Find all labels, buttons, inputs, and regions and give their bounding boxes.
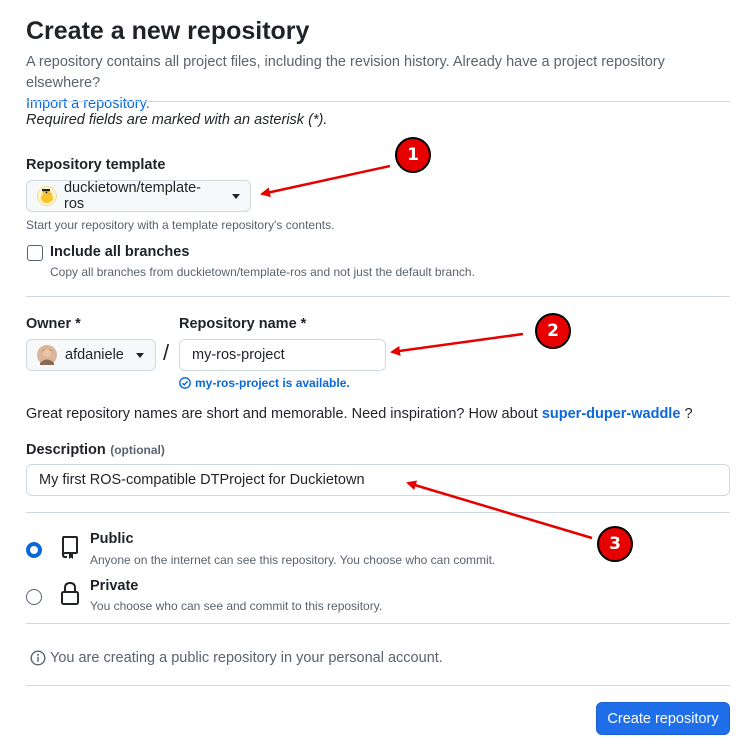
repo-name-input[interactable]: my-ros-project bbox=[179, 339, 386, 371]
repo-icon bbox=[62, 536, 78, 559]
lock-icon bbox=[61, 581, 79, 605]
public-label: Public bbox=[90, 531, 134, 547]
divider bbox=[26, 512, 730, 513]
chevron-down-icon bbox=[232, 193, 240, 199]
repo-name-value: my-ros-project bbox=[192, 347, 285, 363]
import-repository-link[interactable]: Import a repository. bbox=[26, 96, 150, 112]
intro-text: A repository contains all project files,… bbox=[26, 54, 665, 91]
template-value: duckietown/template-ros bbox=[63, 180, 201, 212]
template-select[interactable]: duckietown/template-ros bbox=[26, 180, 251, 212]
create-repository-button[interactable]: Create repository bbox=[596, 702, 730, 735]
availability-text: my-ros-project is available. bbox=[195, 376, 350, 390]
page-title: Create a new repository bbox=[26, 17, 310, 45]
required-fields-note: Required fields are marked with an aster… bbox=[26, 112, 328, 128]
annotation-badge-1: 1 bbox=[395, 137, 431, 173]
duckietown-avatar-icon bbox=[37, 186, 57, 206]
annotation-badge-2: 2 bbox=[535, 313, 571, 349]
info-icon bbox=[30, 650, 46, 666]
description-label-row: Description (optional) bbox=[26, 441, 165, 459]
template-label: Repository template bbox=[26, 157, 166, 173]
public-hint: Anyone on the internet can see this repo… bbox=[90, 553, 496, 567]
chevron-down-icon bbox=[135, 352, 144, 358]
description-value: My first ROS-compatible DTProject for Du… bbox=[39, 472, 365, 488]
owner-name-separator: / bbox=[163, 340, 170, 365]
owner-select[interactable]: afdaniele bbox=[26, 339, 156, 371]
include-branches-checkbox[interactable] bbox=[27, 245, 43, 261]
divider bbox=[26, 685, 730, 686]
include-branches-hint: Copy all branches from duckietown/templa… bbox=[50, 265, 475, 279]
user-avatar-icon bbox=[37, 345, 57, 365]
description-label: Description bbox=[26, 442, 106, 458]
description-input[interactable]: My first ROS-compatible DTProject for Du… bbox=[26, 464, 730, 496]
description-optional: (optional) bbox=[110, 443, 165, 457]
page-intro: A repository contains all project files,… bbox=[26, 52, 731, 115]
private-label: Private bbox=[90, 578, 139, 594]
suggested-name-link[interactable]: super-duper-waddle bbox=[542, 406, 681, 422]
inspiration-text: Great repository names are short and mem… bbox=[26, 406, 538, 422]
include-branches-label: Include all branches bbox=[50, 244, 190, 260]
info-note: You are creating a public repository in … bbox=[30, 650, 443, 666]
divider bbox=[26, 296, 730, 297]
divider bbox=[26, 623, 730, 624]
template-hint: Start your repository with a template re… bbox=[26, 218, 335, 232]
check-circle-icon bbox=[179, 377, 191, 389]
annotation-arrow-1 bbox=[260, 164, 391, 198]
private-hint: You choose who can see and commit to thi… bbox=[90, 599, 383, 613]
inspiration-line: Great repository names are short and mem… bbox=[26, 406, 693, 422]
public-radio[interactable] bbox=[26, 542, 42, 558]
availability-status: my-ros-project is available. bbox=[179, 376, 350, 390]
owner-value: afdaniele bbox=[65, 347, 124, 363]
annotation-arrow-2 bbox=[390, 332, 524, 356]
annotation-badge-3: 3 bbox=[597, 526, 633, 562]
inspiration-suffix: ? bbox=[684, 406, 693, 422]
repo-name-label: Repository name * bbox=[179, 316, 307, 332]
info-note-text: You are creating a public repository in … bbox=[50, 650, 443, 666]
owner-label: Owner * bbox=[26, 316, 81, 332]
private-radio[interactable] bbox=[26, 589, 42, 605]
divider bbox=[26, 101, 730, 102]
